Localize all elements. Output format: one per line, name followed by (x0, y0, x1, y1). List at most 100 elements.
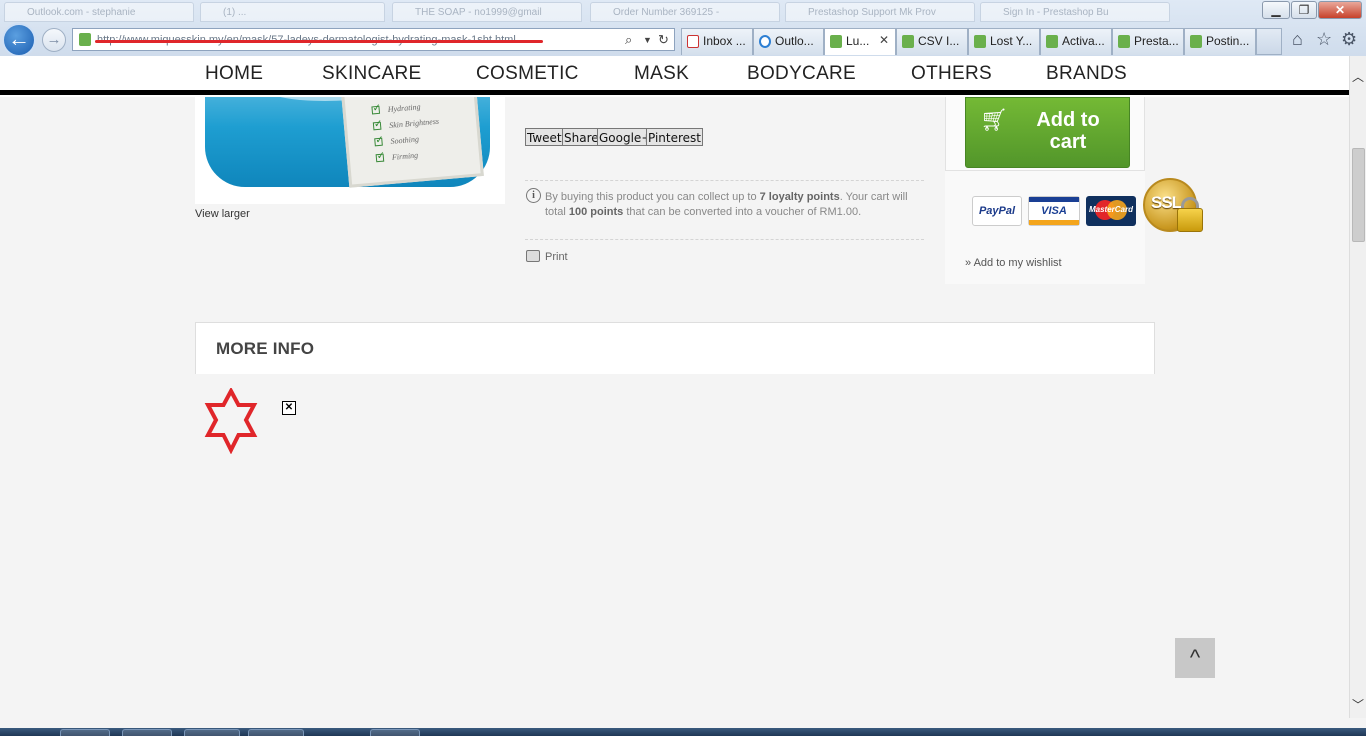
checklist-label: Soothing (390, 134, 420, 146)
check-icon (374, 137, 383, 147)
star-icon (204, 388, 258, 454)
minimize-button[interactable]: ▁ (1262, 1, 1290, 19)
redaction-strike (95, 40, 543, 43)
broken-image-icon: ✕ (282, 401, 296, 415)
search-icon[interactable]: ⌕ (625, 32, 632, 48)
nav-mask[interactable]: MASK (634, 63, 689, 85)
tab-label: CSV I... (918, 34, 960, 48)
taskbar-button[interactable] (184, 729, 240, 736)
scroll-thumb[interactable] (1352, 148, 1365, 242)
checklist-item: Firming (375, 150, 418, 164)
tab-label: Presta... (1134, 34, 1179, 48)
divider (525, 239, 924, 240)
info-icon: i (526, 188, 541, 203)
ghost-tab[interactable]: THE SOAP - no1999@gmail (392, 2, 582, 22)
google-plus-button[interactable]: Google+ (597, 128, 654, 146)
taskbar-button[interactable] (60, 729, 110, 736)
refresh-icon[interactable]: ↻ (658, 32, 669, 48)
ghost-tab[interactable]: Outlook.com - stephanie (4, 2, 194, 22)
ghost-tab[interactable]: (1) ... (200, 2, 385, 22)
home-icon[interactable]: ⌂ (1292, 29, 1303, 50)
ghost-tab[interactable]: Prestashop Support Mk Prov (785, 2, 975, 22)
forward-button[interactable]: → (42, 28, 66, 52)
chevron-down-icon[interactable]: ▼ (643, 35, 652, 45)
star-shape (204, 388, 258, 454)
prestashop-icon (902, 35, 914, 48)
checklist-item: Hydrating (371, 101, 421, 115)
tab-lost[interactable]: Lost Y... (968, 28, 1040, 55)
tab-active-page[interactable]: Lu... ✕ (824, 28, 896, 55)
os-taskbar (0, 728, 1366, 736)
back-to-top-button[interactable]: ^ (1175, 638, 1215, 678)
taskbar-button[interactable] (248, 729, 304, 736)
pinterest-button[interactable]: Pinterest (646, 128, 704, 146)
mastercard-logo: MasterCard (1086, 196, 1136, 226)
loyalty-points: 7 loyalty points (759, 191, 840, 203)
scroll-up-icon[interactable]: ︿ (1350, 68, 1366, 85)
nav-home[interactable]: HOME (205, 63, 263, 85)
browser-chrome: Outlook.com - stephanie (1) ... THE SOAP… (0, 0, 1366, 57)
favorites-icon[interactable]: ☆ (1316, 29, 1332, 50)
product-label-card: Hydrating Skin Brightness Soothing Firmi… (341, 97, 484, 188)
add-to-cart-label: Add to cart (1036, 109, 1100, 153)
site-favicon-icon (79, 33, 91, 46)
add-to-wishlist-link[interactable]: » Add to my wishlist (965, 257, 1062, 269)
tab-posting[interactable]: Postin... (1184, 28, 1256, 55)
lock-icon (1177, 208, 1203, 232)
checklist-label: Skin Brightness (388, 116, 440, 130)
ie-icon (759, 35, 771, 48)
tab-presta[interactable]: Presta... (1112, 28, 1184, 55)
background-window-tabs: Outlook.com - stephanie (1) ... THE SOAP… (0, 0, 1255, 24)
new-tab-button[interactable] (1256, 28, 1282, 55)
main-nav: HOME SKINCARE COSMETIC MASK BODYCARE OTH… (0, 56, 1349, 90)
tab-label: Lu... (846, 34, 870, 48)
prestashop-icon (1118, 35, 1130, 48)
ghost-tab[interactable]: Sign In - Prestashop Bu (980, 2, 1170, 22)
print-link[interactable]: Print (545, 251, 568, 263)
printer-icon[interactable] (526, 250, 540, 262)
page-scrollbar[interactable]: ︿ ﹀ (1349, 56, 1366, 718)
checklist-label: Hydrating (387, 102, 421, 115)
more-info-header: MORE INFO (195, 322, 1155, 374)
ghost-tab[interactable]: Order Number 369125 - (590, 2, 780, 22)
add-to-cart-button[interactable]: 🛒︎ Add to cart (965, 97, 1130, 168)
nav-skincare[interactable]: SKINCARE (322, 63, 422, 85)
taskbar-button[interactable] (370, 729, 420, 736)
checklist-label: Firming (391, 150, 419, 162)
close-window-button[interactable]: ✕ (1318, 1, 1362, 19)
prestashop-icon (1190, 35, 1202, 48)
scroll-down-icon[interactable]: ﹀ (1350, 696, 1366, 713)
loyalty-total: 100 points (568, 206, 624, 218)
address-bar[interactable]: http://www.miquesskin.my/en/mask/57-lade… (72, 28, 675, 51)
close-icon[interactable]: ✕ (879, 33, 889, 47)
gmail-icon (687, 35, 699, 48)
prestashop-icon (1046, 35, 1058, 48)
back-button[interactable]: ← (2, 23, 36, 57)
tab-label: Outlo... (775, 34, 814, 48)
nav-brands[interactable]: BRANDS (1046, 63, 1127, 85)
nav-cosmetic[interactable]: COSMETIC (476, 63, 579, 85)
product-image[interactable]: Hydrating Skin Brightness Soothing Firmi… (195, 97, 505, 204)
loyalty-prefix: By buying this product you can collect u… (545, 191, 760, 203)
divider (525, 180, 924, 181)
view-larger-link[interactable]: View larger (195, 208, 250, 220)
tab-label: Activa... (1062, 34, 1105, 48)
taskbar-button[interactable] (122, 729, 172, 736)
loyalty-points-text: By buying this product you can collect u… (545, 190, 915, 220)
tab-activate[interactable]: Activa... (1040, 28, 1112, 55)
gear-icon[interactable]: ⚙ (1341, 29, 1357, 50)
check-icon (371, 105, 381, 115)
nav-bodycare[interactable]: BODYCARE (747, 63, 856, 85)
share-button[interactable]: Share (562, 128, 601, 146)
prestashop-icon (974, 35, 986, 48)
check-icon (375, 153, 385, 163)
tab-label: Inbox ... (703, 34, 746, 48)
maximize-button[interactable]: ❐ (1291, 1, 1317, 19)
tab-inbox[interactable]: Inbox ... (681, 28, 753, 55)
tweet-button[interactable]: Tweet (525, 128, 564, 146)
tab-csv-import[interactable]: CSV I... (896, 28, 968, 55)
checklist-item: Soothing (374, 133, 419, 147)
tab-label: Postin... (1206, 34, 1250, 48)
nav-others[interactable]: OTHERS (911, 63, 992, 85)
tab-outlook[interactable]: Outlo... (753, 28, 824, 55)
